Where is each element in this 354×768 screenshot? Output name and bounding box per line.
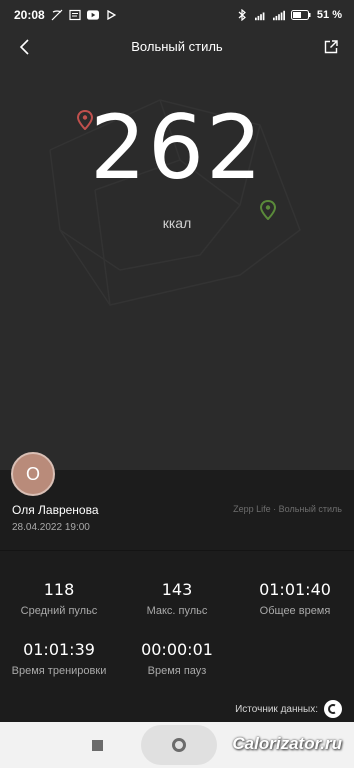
- workout-datetime: 28.04.2022 19:00: [12, 522, 90, 533]
- chevron-left-icon: [19, 39, 29, 55]
- wifi-icon: [272, 9, 285, 21]
- share-button[interactable]: [320, 36, 342, 58]
- stat-value: 01:01:40: [259, 580, 331, 599]
- data-source-app-icon: [324, 700, 342, 718]
- stat-pause-time: 00:00:01 Время пауз: [118, 640, 236, 677]
- home-circle-icon: [172, 738, 186, 752]
- recents-button[interactable]: [92, 740, 103, 751]
- status-left: 20:08: [14, 8, 117, 22]
- status-right: 51 %: [237, 9, 342, 21]
- battery-percent: 51 %: [316, 9, 342, 21]
- app-source: Zepp Life · Вольный стиль: [233, 504, 342, 514]
- status-bar: 20:08 51 %: [0, 0, 354, 30]
- calories-value: 262: [90, 96, 264, 199]
- navigation-bar: Calorizator.ru: [0, 722, 354, 768]
- stat-avg-pulse: 118 Средний пульс: [0, 580, 118, 617]
- home-button[interactable]: [141, 725, 217, 765]
- watermark: Calorizator.ru: [232, 734, 342, 753]
- divider: [0, 550, 354, 551]
- stat-max-pulse: 143 Макс. пульс: [118, 580, 236, 617]
- back-button[interactable]: [14, 36, 36, 58]
- stat-label: Время пауз: [147, 665, 207, 677]
- page-title: Вольный стиль: [131, 38, 223, 54]
- calories-unit: ккал: [162, 215, 192, 231]
- stat-value: 118: [43, 580, 75, 599]
- stat-value: 143: [161, 580, 193, 599]
- stat-workout-time: 01:01:39 Время тренировки: [0, 640, 118, 677]
- stat-label: Макс. пульс: [146, 605, 208, 617]
- user-name: Оля Лавренова: [12, 503, 99, 517]
- play-icon: [105, 9, 117, 21]
- profile-section: О Оля Лавренова 28.04.2022 19:00 Zepp Li…: [0, 452, 354, 550]
- data-source-label: Источник данных:: [235, 703, 318, 715]
- youtube-icon: [86, 9, 99, 21]
- signal-icon: [254, 9, 267, 21]
- share-icon: [324, 40, 338, 54]
- no-call-icon: [51, 9, 63, 21]
- status-time: 20:08: [14, 8, 45, 22]
- stat-label: Средний пульс: [20, 605, 98, 617]
- stat-value: 01:01:39: [23, 640, 95, 659]
- stat-label: Время тренировки: [11, 665, 107, 677]
- stat-label: Общее время: [259, 605, 331, 617]
- bluetooth-icon: [237, 9, 249, 21]
- data-source[interactable]: Источник данных:: [235, 700, 342, 718]
- header: Вольный стиль: [0, 30, 354, 62]
- stat-total-time: 01:01:40 Общее время: [236, 580, 354, 617]
- avatar[interactable]: О: [11, 452, 55, 496]
- message-icon: [69, 9, 81, 21]
- battery-icon: [290, 9, 311, 21]
- stats-grid: 118 Средний пульс 143 Макс. пульс 01:01:…: [0, 560, 354, 690]
- stat-value: 00:00:01: [141, 640, 213, 659]
